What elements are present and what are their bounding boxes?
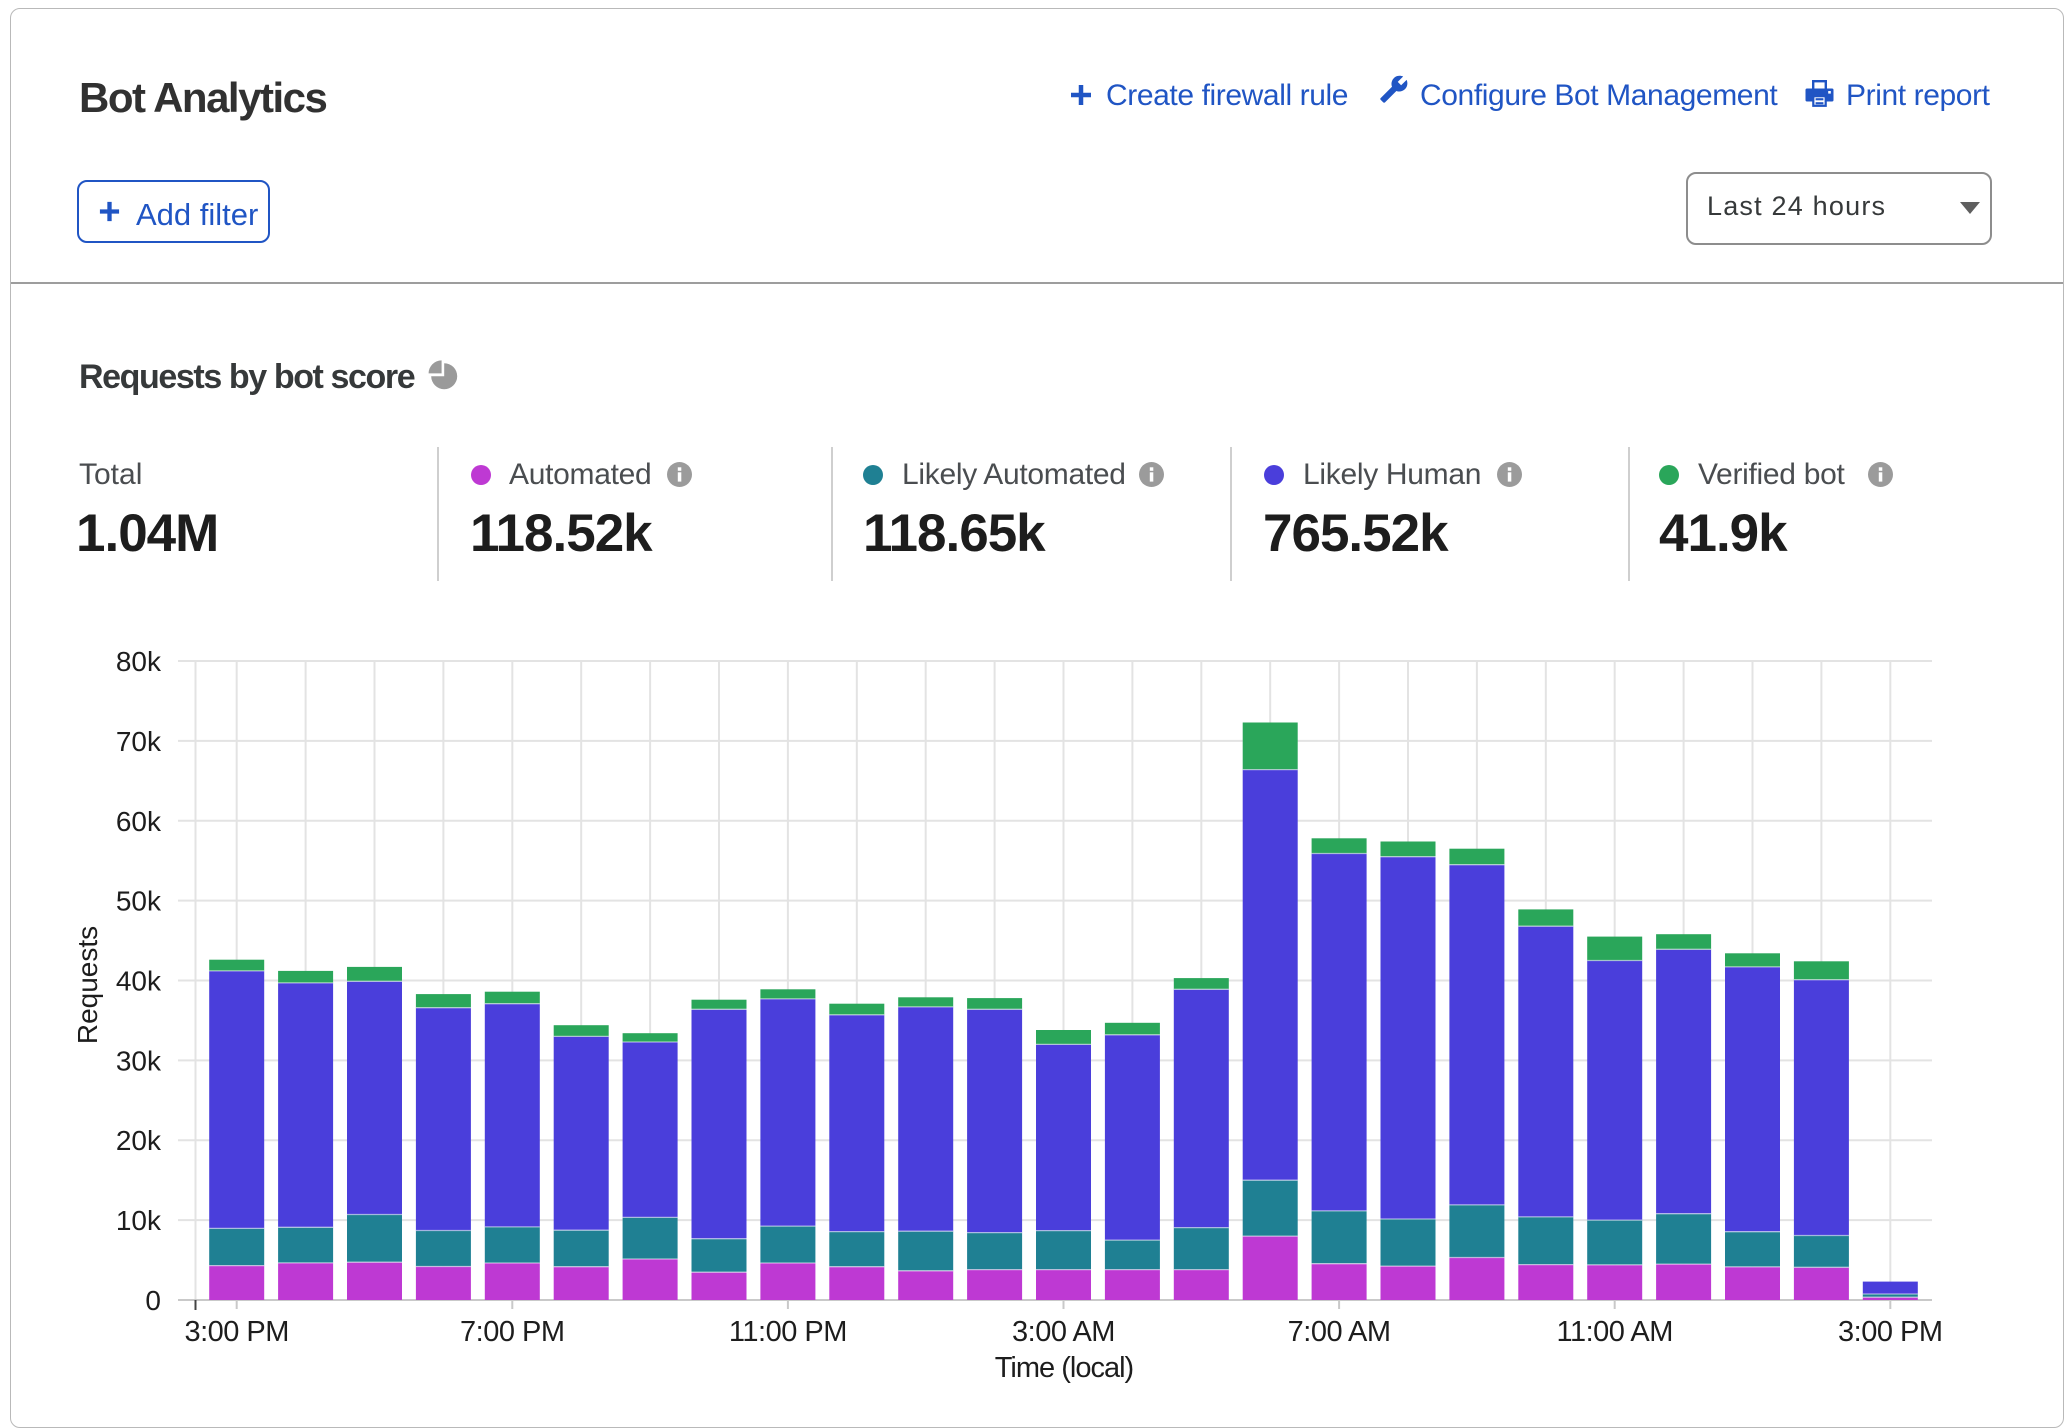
svg-text:70k: 70k (116, 726, 162, 757)
svg-text:20k: 20k (116, 1125, 162, 1156)
svg-text:50k: 50k (116, 886, 162, 917)
svg-text:3:00 PM: 3:00 PM (1838, 1316, 1943, 1348)
svg-text:11:00 AM: 11:00 AM (1557, 1316, 1673, 1348)
svg-text:Time (local): Time (local) (995, 1352, 1133, 1384)
svg-text:40k: 40k (116, 966, 162, 997)
svg-text:60k: 60k (116, 806, 162, 837)
svg-text:Requests: Requests (72, 926, 103, 1044)
svg-text:30k: 30k (116, 1045, 162, 1076)
svg-text:3:00 PM: 3:00 PM (184, 1316, 289, 1348)
svg-text:80k: 80k (116, 646, 162, 677)
svg-text:0: 0 (145, 1285, 161, 1316)
svg-text:11:00 PM: 11:00 PM (729, 1316, 847, 1348)
svg-text:10k: 10k (116, 1205, 162, 1236)
svg-text:7:00 AM: 7:00 AM (1288, 1316, 1391, 1348)
svg-text:7:00 PM: 7:00 PM (460, 1316, 565, 1348)
svg-text:3:00 AM: 3:00 AM (1012, 1316, 1115, 1348)
